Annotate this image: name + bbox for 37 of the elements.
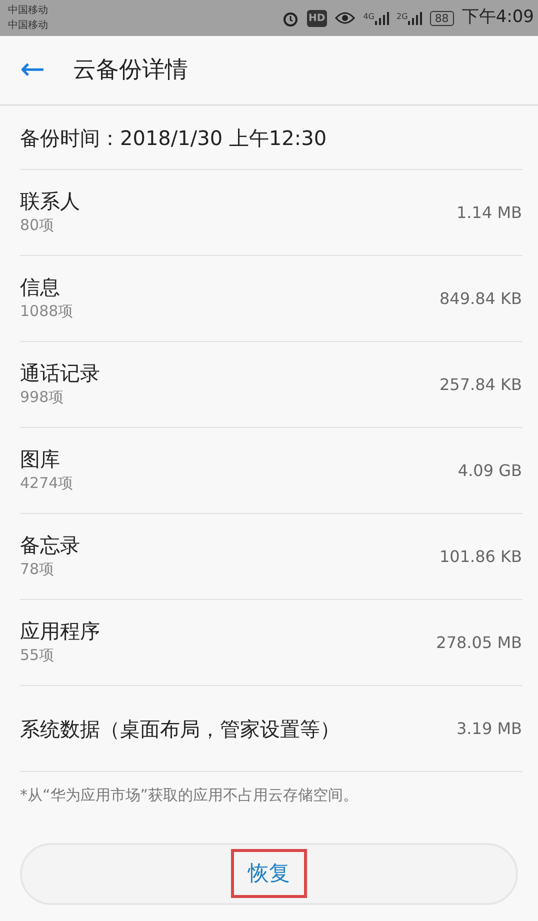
carrier-name: 中国移动 — [8, 4, 48, 18]
item-count: 78项 — [20, 559, 56, 580]
item-size: 849.84 KB — [439, 288, 522, 310]
back-button[interactable]: ← — [20, 55, 46, 85]
item-size: 4.09 GB — [458, 460, 522, 482]
restore-button[interactable]: 恢复 — [20, 842, 518, 904]
network-type: 4G — [363, 11, 375, 23]
backup-time: 备份时间：2018/1/30 上午12:30 — [20, 124, 327, 152]
eye-icon — [335, 11, 356, 25]
item-name: 通话记录 — [20, 360, 100, 386]
item-size: 3.19 MB — [456, 718, 522, 740]
item-size: 1.14 MB — [456, 202, 522, 224]
item-name: 系统数据（桌面布局，管家设置等） — [20, 716, 340, 742]
item-name: 备忘录 — [20, 532, 80, 558]
item-size: 278.05 MB — [436, 632, 522, 654]
item-size: 101.86 KB — [439, 546, 522, 568]
carrier-name: 中国移动 — [8, 18, 48, 33]
alarm-icon — [282, 10, 299, 26]
highlight-box: 恢复 — [231, 848, 307, 898]
footnote: *从“华为应用市场”获取的应用不占用云存储空间。 — [19, 785, 360, 806]
signal-icon — [374, 11, 389, 25]
item-name: 信息 — [20, 274, 61, 300]
page-title: 云备份详情 — [73, 56, 188, 85]
signal-icon — [408, 11, 422, 25]
battery-indicator: 88 — [430, 10, 454, 26]
item-name: 联系人 — [20, 188, 80, 214]
item-count: 4274项 — [20, 473, 74, 494]
item-count: 55项 — [20, 645, 56, 666]
network-type: 2G — [396, 11, 408, 23]
clock: 下午4:09 — [462, 6, 534, 30]
item-count: 1088项 — [20, 301, 74, 322]
item-name: 应用程序 — [20, 618, 100, 644]
item-count: 998项 — [20, 387, 65, 408]
item-size: 257.84 KB — [439, 374, 522, 396]
item-name: 图库 — [20, 446, 61, 472]
item-count: 80项 — [20, 215, 56, 236]
hd-indicator: HD — [306, 10, 328, 26]
